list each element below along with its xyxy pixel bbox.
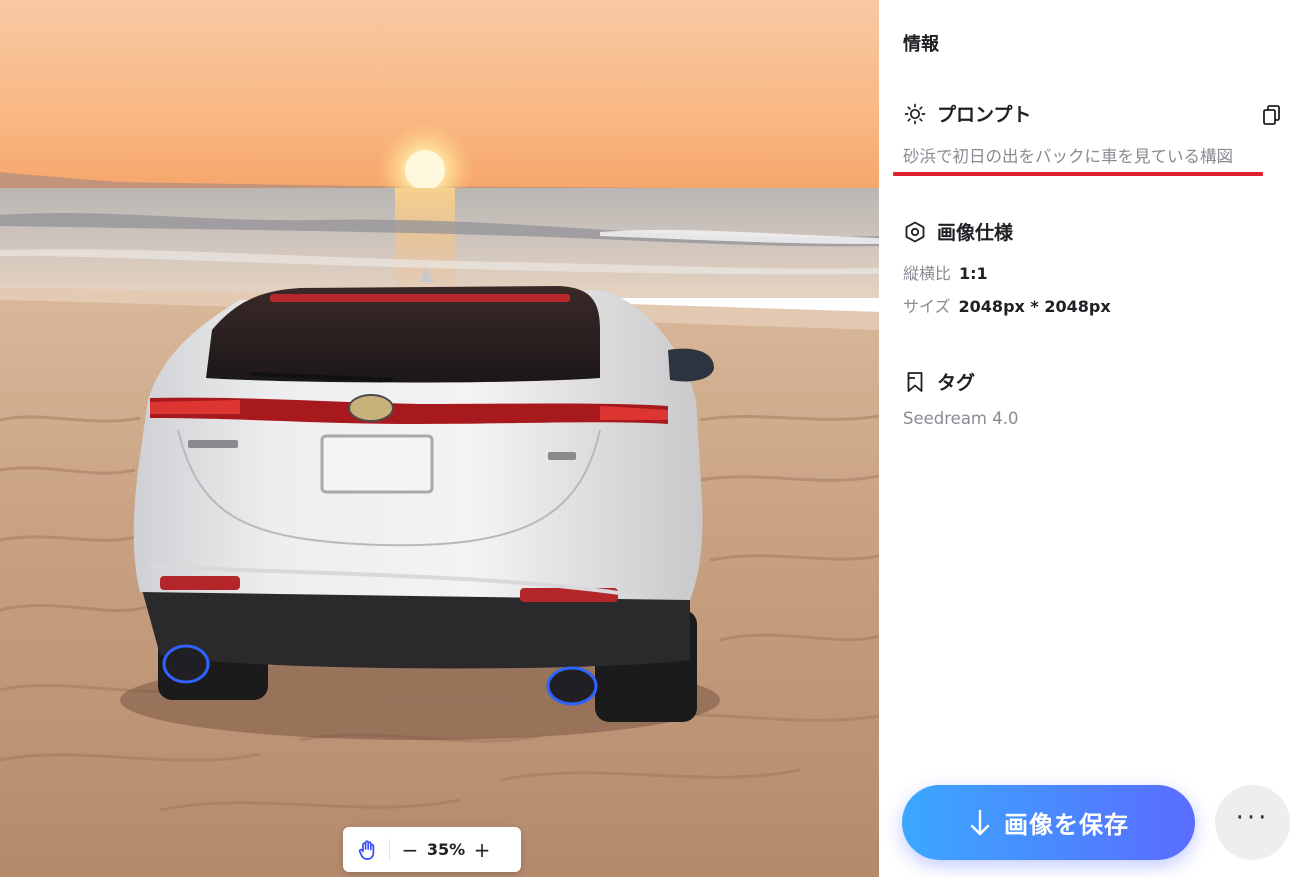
prompt-section-header: プロンプト xyxy=(903,100,1031,127)
zoom-toolbar: − 35% + xyxy=(343,827,521,872)
zoom-out-button[interactable]: − xyxy=(400,838,420,862)
panel-title: 情報 xyxy=(903,34,939,55)
prompt-text: 砂浜で初日の出をバックに車を見ている構図 xyxy=(903,147,1233,166)
aspect-ratio-value: 1:1 xyxy=(959,264,988,283)
info-panel: 情報 プロンプト 砂浜で初日の出をバックに車を見ている構図 画像仕様 縦横比 1… xyxy=(879,0,1305,877)
prompt-heading: プロンプト xyxy=(937,104,1032,126)
image-viewer[interactable]: − 35% + xyxy=(0,0,879,877)
bookmark-icon xyxy=(903,370,927,394)
aspect-ratio-row: 縦横比 1:1 xyxy=(903,260,988,284)
more-options-button[interactable]: ··· xyxy=(1215,785,1290,860)
save-image-label: 画像を保存 xyxy=(1004,811,1129,839)
spec-heading: 画像仕様 xyxy=(937,222,1014,244)
zoom-in-button[interactable]: + xyxy=(472,838,492,862)
hexagon-settings-icon xyxy=(903,220,927,244)
sun-icon xyxy=(903,102,927,126)
copy-prompt-button[interactable] xyxy=(1260,103,1284,127)
hand-tool-button[interactable] xyxy=(355,837,381,863)
save-image-button[interactable]: 画像を保存 xyxy=(902,785,1195,860)
tags-section-header: タグ xyxy=(903,368,975,395)
size-row: サイズ 2048px * 2048px xyxy=(903,293,1111,317)
download-icon xyxy=(968,808,994,838)
size-value: 2048px * 2048px xyxy=(958,297,1111,316)
toolbar-divider xyxy=(389,838,390,861)
spec-section-header: 画像仕様 xyxy=(903,218,1013,245)
size-label: サイズ xyxy=(903,297,951,316)
aspect-ratio-label: 縦横比 xyxy=(903,264,952,283)
tag-item[interactable]: Seedream 4.0 xyxy=(903,409,1019,428)
generated-image xyxy=(0,0,879,877)
app-root: − 35% + 情報 プロンプト 砂浜で初日の出をバックに車を見ている構図 画像… xyxy=(0,0,1305,877)
tags-heading: タグ xyxy=(937,372,976,394)
copy-icon xyxy=(1263,105,1280,125)
hand-icon xyxy=(358,839,375,860)
zoom-level: 35% xyxy=(426,840,466,859)
prompt-highlight-underline xyxy=(893,172,1263,176)
